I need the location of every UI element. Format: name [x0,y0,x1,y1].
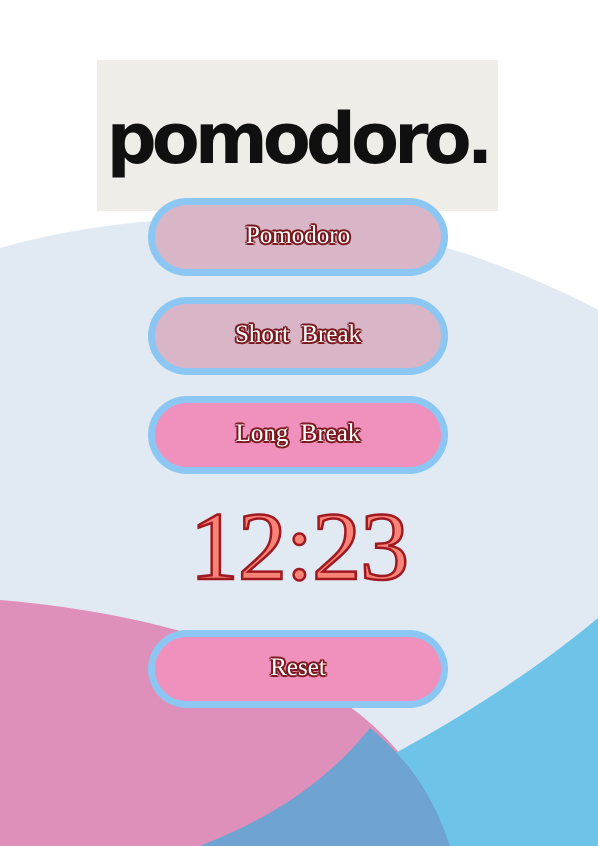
long-break-button[interactable]: Long Break [148,396,448,474]
short-break-button[interactable]: Short Break [148,297,448,375]
timer-display: 12:23 [189,493,411,601]
logo-text: pomodoro. [106,97,494,180]
reset-button[interactable]: Reset [148,630,448,708]
pomodoro-button[interactable]: Pomodoro [148,198,448,276]
logo: pomodoro. [97,60,498,211]
